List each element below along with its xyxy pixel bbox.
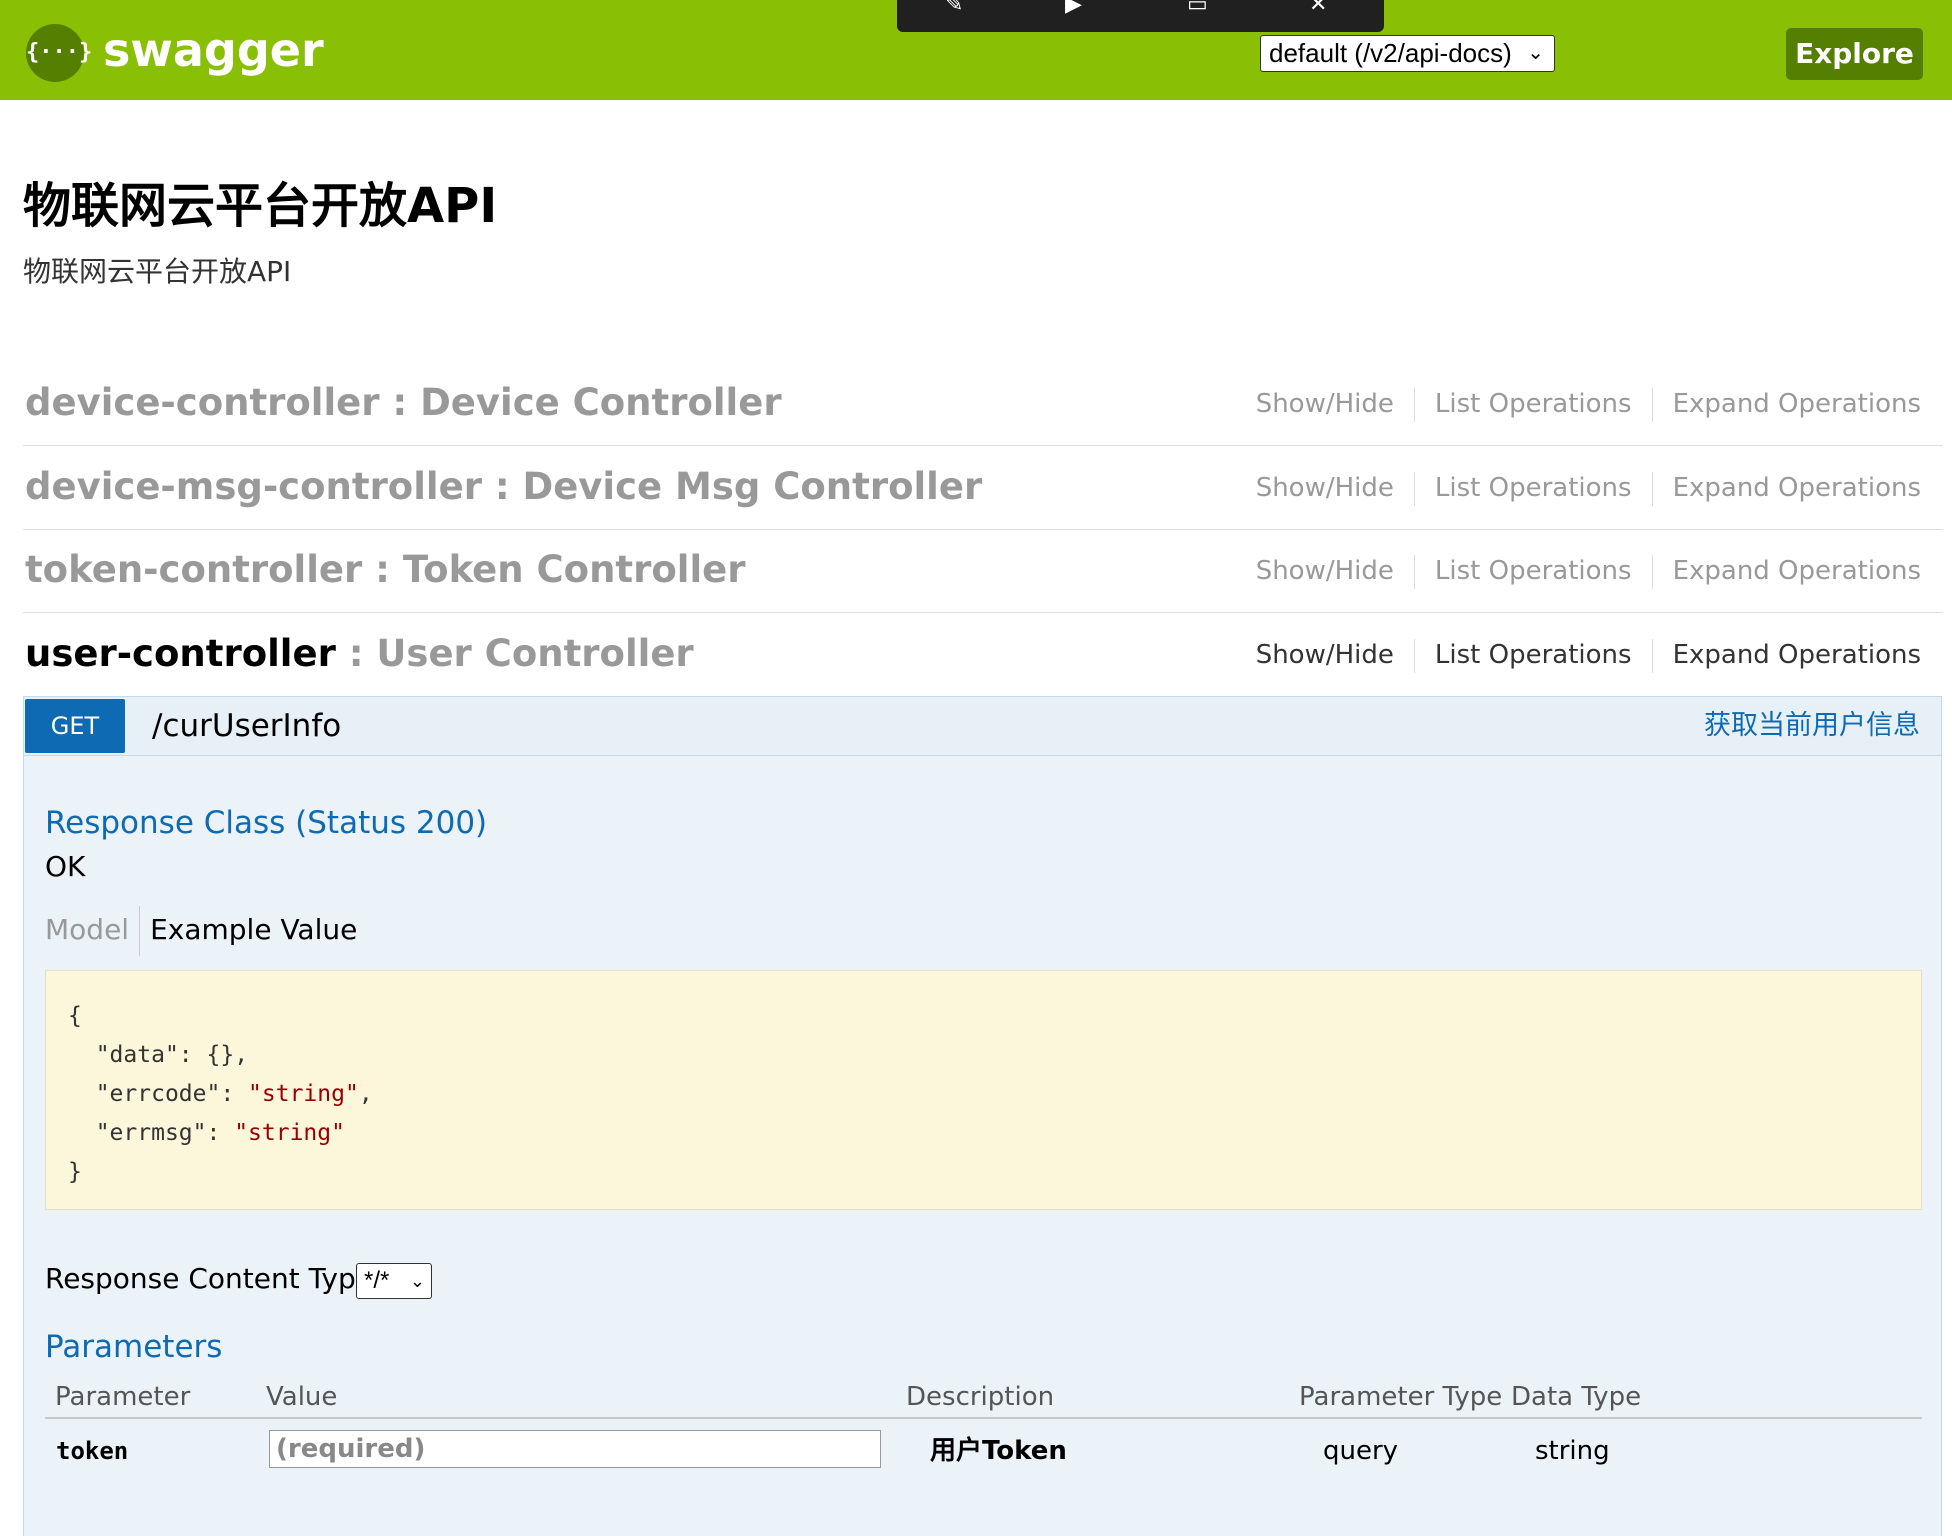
operation-get-curuserinfo: GET /curUserInfo 获取当前用户信息 Response Class…	[23, 696, 1942, 1536]
column-header-parameter-type: Parameter Type	[1299, 1382, 1503, 1412]
json-value: {}	[206, 1042, 235, 1068]
example-value-snippet[interactable]: { "data": {}, "errcode": "string", "errm…	[45, 970, 1922, 1210]
swagger-logo-icon[interactable]: {···}	[26, 24, 92, 82]
operation-summary[interactable]: 获取当前用户信息	[1704, 703, 1920, 749]
show-hide-link[interactable]: Show/Hide	[1256, 551, 1394, 591]
tab-model[interactable]: Model	[45, 913, 129, 946]
expand-operations-link[interactable]: Expand Operations	[1673, 635, 1921, 675]
chevron-down-icon: ⌄	[409, 1271, 425, 1291]
resource-description[interactable]: Device Controller	[420, 381, 782, 424]
column-header-parameter: Parameter	[55, 1382, 191, 1412]
response-content-type-value: */*	[364, 1267, 390, 1294]
divider	[1413, 638, 1415, 673]
parameters-table-header: Parameter Value Description Parameter Ty…	[45, 1377, 1922, 1419]
model-signature-tabs: Model Example Value	[45, 905, 357, 956]
http-method-badge[interactable]: GET	[25, 699, 125, 753]
divider	[139, 906, 141, 956]
column-header-description: Description	[906, 1382, 1055, 1412]
resource-description[interactable]: User Controller	[376, 632, 693, 675]
resource-heading[interactable]: device-controller : Device Controller	[25, 378, 782, 428]
resource-heading[interactable]: user-controller : User Controller	[25, 629, 694, 679]
divider	[1651, 554, 1653, 589]
json-key: "data"	[95, 1042, 179, 1068]
resource-name[interactable]: user-controller	[25, 632, 336, 675]
divider	[1651, 471, 1653, 506]
explore-button[interactable]: Explore	[1786, 28, 1923, 80]
json-value: "string"	[248, 1081, 359, 1107]
api-spec-select-value: default (/v2/api-docs)	[1269, 38, 1512, 68]
json-open-brace: {	[68, 1003, 82, 1029]
resource-name[interactable]: device-msg-controller	[25, 465, 482, 508]
api-spec-select[interactable]: default (/v2/api-docs) ⌄	[1260, 35, 1555, 72]
divider	[1413, 554, 1415, 589]
resource-device-msg-controller: device-msg-controller : Device Msg Contr…	[23, 446, 1943, 530]
show-hide-link[interactable]: Show/Hide	[1256, 635, 1394, 675]
response-status-text: OK	[45, 850, 86, 883]
column-header-value: Value	[266, 1382, 338, 1412]
divider	[1651, 638, 1653, 673]
show-hide-link[interactable]: Show/Hide	[1256, 384, 1394, 424]
param-description: 用户Token	[930, 1436, 1067, 1466]
resource-heading[interactable]: device-msg-controller : Device Msg Contr…	[25, 462, 982, 512]
resource-name[interactable]: token-controller	[25, 548, 362, 591]
resource-actions: Show/Hide List Operations Expand Operation…	[1256, 384, 1921, 424]
tab-example-value[interactable]: Example Value	[150, 913, 357, 946]
list-operations-link[interactable]: List Operations	[1435, 468, 1632, 508]
table-row: token 用户Token query string	[45, 1423, 1922, 1479]
response-content-type-label: Response Content Type	[45, 1262, 373, 1295]
list-operations-link[interactable]: List Operations	[1435, 635, 1632, 675]
param-type: query	[1323, 1436, 1399, 1466]
expand-operations-link[interactable]: Expand Operations	[1673, 468, 1921, 508]
list-operations-link[interactable]: List Operations	[1435, 551, 1632, 591]
resource-token-controller: token-controller : Token Controller Show…	[23, 529, 1943, 613]
list-operations-link[interactable]: List Operations	[1435, 384, 1632, 424]
operation-heading[interactable]: GET /curUserInfo 获取当前用户信息	[24, 697, 1941, 756]
divider	[1413, 471, 1415, 506]
resource-user-controller: user-controller : User Controller Show/H…	[23, 613, 1943, 696]
json-key: "errmsg"	[95, 1120, 207, 1146]
camera-off-icon[interactable]: ▶	[1065, 0, 1082, 16]
json-key: "errcode"	[95, 1081, 221, 1107]
resource-actions: Show/Hide List Operations Expand Operation…	[1256, 468, 1921, 508]
response-class-title: Response Class (Status 200)	[45, 805, 488, 841]
resource-description[interactable]: Token Controller	[403, 548, 746, 591]
brand-name[interactable]: swagger	[103, 20, 324, 80]
resource-description[interactable]: Device Msg Controller	[523, 465, 983, 508]
resource-actions: Show/Hide List Operations Expand Operation…	[1256, 551, 1921, 591]
resource-device-controller: device-controller : Device Controller Sh…	[23, 362, 1943, 446]
share-screen-icon[interactable]: ▭	[1187, 0, 1208, 16]
resource-heading[interactable]: token-controller : Token Controller	[25, 545, 745, 595]
screen-share-toolbar: ✎ ▶ ▭ ✕	[897, 0, 1384, 32]
api-description: 物联网云平台开放API	[23, 255, 292, 288]
parameters-title: Parameters	[45, 1329, 223, 1365]
token-input[interactable]	[269, 1430, 881, 1468]
close-icon[interactable]: ✕	[1309, 0, 1327, 16]
top-bar: {···} swagger ✎ ▶ ▭ ✕ default (/v2/api-d…	[0, 0, 1952, 100]
show-hide-link[interactable]: Show/Hide	[1256, 468, 1394, 508]
param-data-type: string	[1535, 1436, 1610, 1466]
divider	[1651, 387, 1653, 422]
resource-actions: Show/Hide List Operations Expand Operation…	[1256, 635, 1921, 675]
api-title: 物联网云平台开放API	[23, 178, 498, 234]
mic-muted-icon[interactable]: ✎	[945, 0, 963, 16]
chevron-down-icon: ⌄	[1527, 42, 1544, 64]
divider	[1413, 387, 1415, 422]
expand-operations-link[interactable]: Expand Operations	[1673, 551, 1921, 591]
json-close-brace: }	[68, 1159, 82, 1185]
operation-path[interactable]: /curUserInfo	[152, 703, 341, 749]
param-name: token	[56, 1437, 129, 1465]
response-content-type-select[interactable]: */* ⌄	[356, 1263, 432, 1299]
resource-name[interactable]: device-controller	[25, 381, 380, 424]
expand-operations-link[interactable]: Expand Operations	[1673, 384, 1921, 424]
column-header-data-type: Data Type	[1511, 1382, 1642, 1412]
json-value: "string"	[234, 1120, 345, 1146]
